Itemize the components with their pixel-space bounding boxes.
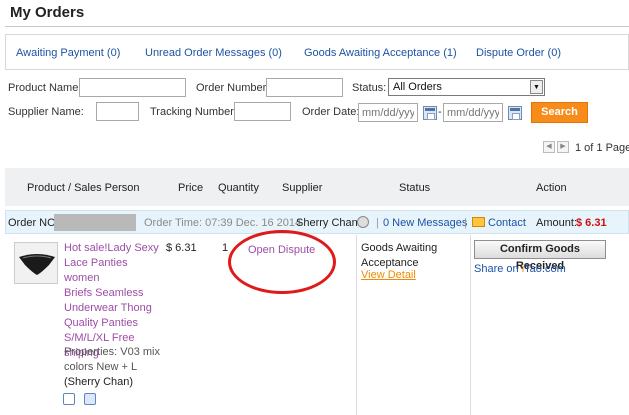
supplier-name-input[interactable] (96, 102, 139, 121)
tracking-number-input[interactable] (234, 102, 291, 121)
properties-line: Properties: V03 mix (64, 346, 160, 358)
tab-dispute-order[interactable]: Dispute Order (0) (476, 47, 561, 59)
product-title-line: Lace Panties women (64, 257, 128, 284)
table-header: Product / Sales Person Price Quantity Su… (5, 168, 629, 206)
calendar-icon[interactable] (423, 106, 437, 120)
tab-label: Unread Order Messages (145, 47, 266, 59)
product-title-line: S/M/L/XL Free (64, 332, 135, 344)
tab-label: Goods Awaiting Acceptance (304, 47, 441, 59)
product-title-line: Quality Panties (64, 317, 138, 329)
item-quantity: 1 (222, 242, 229, 254)
col-product: Product / Sales Person (27, 182, 140, 194)
product-name-input[interactable] (79, 78, 186, 97)
tab-unread-messages[interactable]: Unread Order Messages (0) (145, 47, 282, 59)
tab-count: (0) (106, 47, 121, 59)
amount-value: $ 6.31 (576, 217, 607, 229)
order-no-label: Order NO: (8, 217, 59, 229)
status-select[interactable]: All Orders ▼ (388, 78, 545, 96)
new-messages-link[interactable]: 0 New Messages (383, 217, 467, 229)
calendar-icon[interactable] (508, 106, 522, 120)
col-status: Status (399, 182, 431, 194)
order-number-input[interactable] (266, 78, 343, 97)
page-indicator: 1 of 1 Page (575, 142, 629, 154)
annotation-circle (228, 230, 336, 294)
product-title-link[interactable]: Hot sale!Lady Sexy Lace Panties women Br… (64, 241, 164, 361)
date-separator: - (438, 106, 442, 118)
col-price: Price (178, 182, 204, 194)
date-to-input[interactable] (443, 103, 503, 122)
tab-goods-awaiting-acceptance[interactable]: Goods Awaiting Acceptance (1) (304, 47, 457, 59)
properties-line: colors New + L (64, 361, 138, 373)
seller-name: Sherry Chan (296, 217, 358, 229)
confirm-goods-received-button[interactable]: Confirm Goods Received (474, 240, 606, 272)
amount-label: Amount: (536, 217, 577, 229)
order-no-redacted (54, 214, 136, 231)
next-page-icon[interactable]: ▶ (557, 141, 569, 153)
share-brand-tao: Tao (524, 263, 542, 275)
page-title: My Orders (10, 4, 85, 21)
order-tabs: Awaiting Payment (0) Unread Order Messag… (5, 34, 629, 70)
product-title-line: Briefs Seamless (64, 287, 144, 299)
order-summary-bar: Order NO: Order Time: 07:39 Dec. 16 2014… (5, 210, 629, 234)
order-time: Order Time: 07:39 Dec. 16 2014 (144, 217, 302, 229)
product-title-line: Underwear Thong (64, 302, 152, 314)
share-prefix: Share on (474, 263, 522, 275)
tab-label: Dispute Order (476, 47, 545, 59)
tab-count: (1) (443, 47, 457, 59)
supplier-name-label: Supplier Name: (8, 106, 84, 118)
envelope-icon[interactable] (472, 217, 485, 227)
tab-count: (0) (268, 47, 282, 59)
column-divider (356, 235, 357, 415)
tracking-number-label: Tracking Number: (150, 106, 238, 118)
share-on-itao-link[interactable]: Share on iTao.com (474, 262, 566, 277)
tab-count: (0) (547, 47, 561, 59)
refresh-icon[interactable] (84, 393, 96, 405)
status-select-value: All Orders (393, 81, 442, 93)
col-action: Action (536, 182, 567, 194)
title-divider (5, 26, 629, 27)
chevron-down-icon[interactable]: ▼ (530, 80, 543, 94)
prev-page-icon[interactable]: ◀ (543, 141, 555, 153)
status-line: Goods Awaiting (361, 242, 438, 254)
view-detail-link[interactable]: View Detail (361, 268, 416, 283)
share-brand-com: .com (541, 263, 566, 275)
sales-person: (Sherry Chan) (64, 376, 134, 388)
col-supplier: Supplier (282, 182, 323, 194)
message-icon[interactable] (357, 216, 369, 228)
status-label: Status: (352, 82, 387, 94)
separator: | (464, 217, 467, 229)
order-status: Goods Awaiting Acceptance (361, 241, 437, 271)
order-date-label: Order Date: (302, 106, 360, 118)
search-button[interactable]: Search (531, 102, 588, 123)
col-quantity: Quantity (218, 182, 259, 194)
product-title-line: Hot sale!Lady Sexy (64, 242, 159, 254)
product-thumbnail[interactable] (14, 242, 58, 284)
product-properties: Properties: V03 mix colors New + L (Sher… (64, 345, 160, 390)
item-price: $ 6.31 (166, 242, 197, 254)
column-divider (470, 235, 471, 415)
date-from-input[interactable] (358, 103, 418, 122)
alarm-icon[interactable] (63, 393, 75, 405)
contact-link[interactable]: Contact (488, 217, 526, 229)
product-name-label: Product Name: (8, 82, 82, 94)
tab-awaiting-payment[interactable]: Awaiting Payment (0) (16, 47, 120, 59)
separator: | (376, 217, 379, 229)
order-number-label: Order Number: (196, 82, 270, 94)
tab-label: Awaiting Payment (16, 47, 104, 59)
